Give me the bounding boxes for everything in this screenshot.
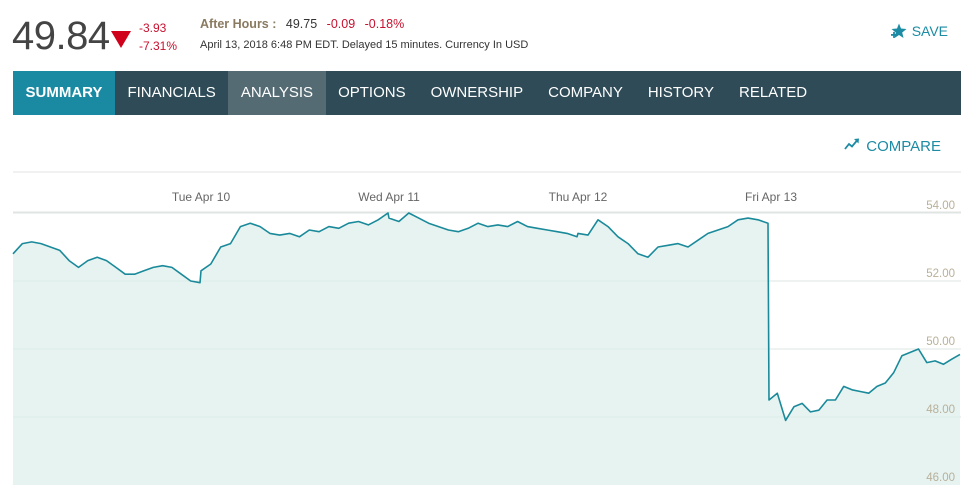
save-label: SAVE <box>911 23 948 39</box>
chart-x-labels: Tue Apr 10 Wed Apr 11 Thu Apr 12 Fri Apr 13 <box>172 190 797 204</box>
after-hours-price: 49.75 <box>285 17 318 31</box>
tab-company[interactable]: COMPANY <box>536 71 636 115</box>
tab-analysis[interactable]: ANALYSIS <box>228 71 326 115</box>
y-tick-label: 52.00 <box>926 268 955 280</box>
tab-summary[interactable]: SUMMARY <box>13 71 115 115</box>
tab-options[interactable]: OPTIONS <box>326 71 419 115</box>
chart-series <box>12 212 961 485</box>
x-tick-label: Fri Apr 13 <box>745 190 797 204</box>
after-hours-change-percent: -0.18% <box>364 17 405 31</box>
section-nav: SUMMARY FINANCIALS ANALYSIS OPTIONS OWNE… <box>13 71 961 115</box>
compare-label: COMPARE <box>866 137 941 155</box>
y-tick-label: 48.00 <box>926 404 955 416</box>
price-chart[interactable]: Tue Apr 10 Wed Apr 11 Thu Apr 12 Fri Apr 13… <box>0 170 968 485</box>
after-hours-change: -0.09 <box>326 17 356 31</box>
tab-related[interactable]: RELATED <box>726 71 819 115</box>
star-plus-icon <box>890 22 908 40</box>
y-tick-label: 54.00 <box>926 200 955 212</box>
after-hours: After Hours : 49.75 -0.09 -0.18% <box>200 17 404 31</box>
price-change-percent: -7.31% <box>139 39 178 53</box>
tab-ownership[interactable]: OWNERSHIP <box>418 71 536 115</box>
current-price: 49.84 <box>12 14 110 58</box>
tab-financials[interactable]: FINANCIALS <box>115 71 228 115</box>
x-tick-label: Tue Apr 10 <box>172 190 231 204</box>
x-tick-label: Thu Apr 12 <box>549 190 608 204</box>
compare-button[interactable]: COMPARE <box>844 137 941 155</box>
save-button[interactable]: SAVE <box>890 22 948 40</box>
after-hours-label: After Hours : <box>200 17 277 31</box>
y-tick-label: 46.00 <box>926 472 955 484</box>
x-tick-label: Wed Apr 11 <box>358 190 420 204</box>
down-triangle-icon <box>111 31 131 48</box>
price-change: -3.93 <box>139 21 167 35</box>
quote-timestamp-note: April 13, 2018 6:48 PM EDT. Delayed 15 m… <box>200 39 529 51</box>
trend-line-icon <box>844 137 860 155</box>
tab-history[interactable]: HISTORY <box>635 71 726 115</box>
y-tick-label: 50.00 <box>926 336 955 348</box>
